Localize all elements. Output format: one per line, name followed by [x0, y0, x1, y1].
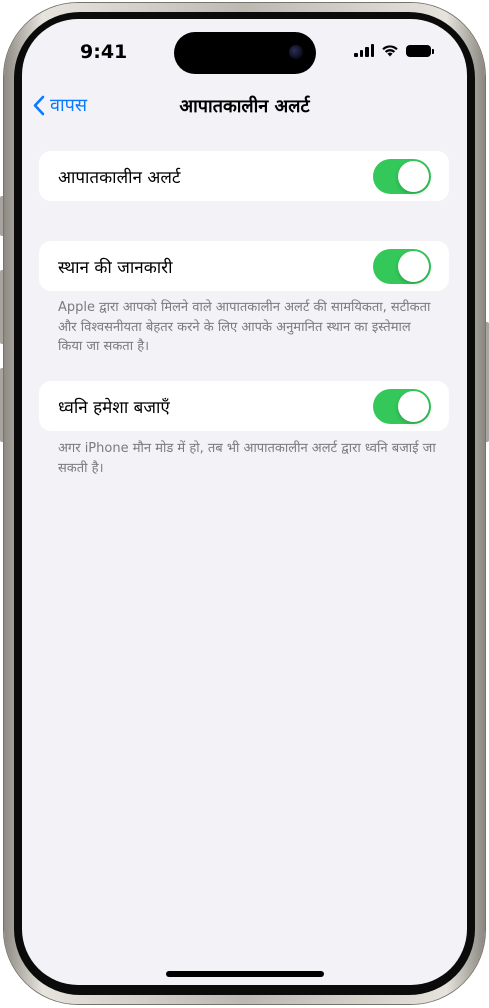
toggle-knob — [398, 250, 429, 282]
status-time: 9:41 — [80, 41, 128, 63]
toggle-knob — [398, 390, 429, 422]
always-play-sound-row: ध्वनि हमेशा बजाएँ — [39, 381, 449, 431]
always-play-sound-label: ध्वनि हमेशा बजाएँ — [58, 397, 170, 418]
dynamic-island — [174, 32, 316, 74]
screen: 9:41 वापस आपातकालीन अलर्ट आपातकालीन अलर्… — [22, 19, 467, 985]
always-play-sound-footnote: अगर iPhone मौन मोड में हो, तब भी आपातकाल… — [58, 441, 436, 476]
page-title: आपातकालीन अलर्ट — [179, 96, 310, 117]
battery-icon — [406, 44, 434, 57]
camera-icon — [289, 45, 303, 59]
always-play-sound-toggle[interactable] — [373, 388, 431, 424]
location-info-footnote: Apple द्वारा आपको मिलने वाले आपातकालीन अ… — [58, 300, 431, 354]
emergency-alerts-label: आपातकालीन अलर्ट — [58, 167, 181, 188]
location-info-toggle[interactable] — [373, 248, 431, 284]
location-info-label: स्थान की जानकारी — [58, 257, 173, 278]
home-indicator[interactable] — [166, 971, 324, 977]
cellular-signal-icon — [354, 44, 374, 57]
wifi-icon — [382, 45, 398, 57]
location-info-row: स्थान की जानकारी — [39, 241, 449, 291]
toggle-knob — [398, 160, 429, 192]
emergency-alerts-toggle[interactable] — [373, 158, 431, 194]
status-icons — [354, 44, 434, 57]
emergency-alerts-row: आपातकालीन अलर्ट — [39, 151, 449, 201]
